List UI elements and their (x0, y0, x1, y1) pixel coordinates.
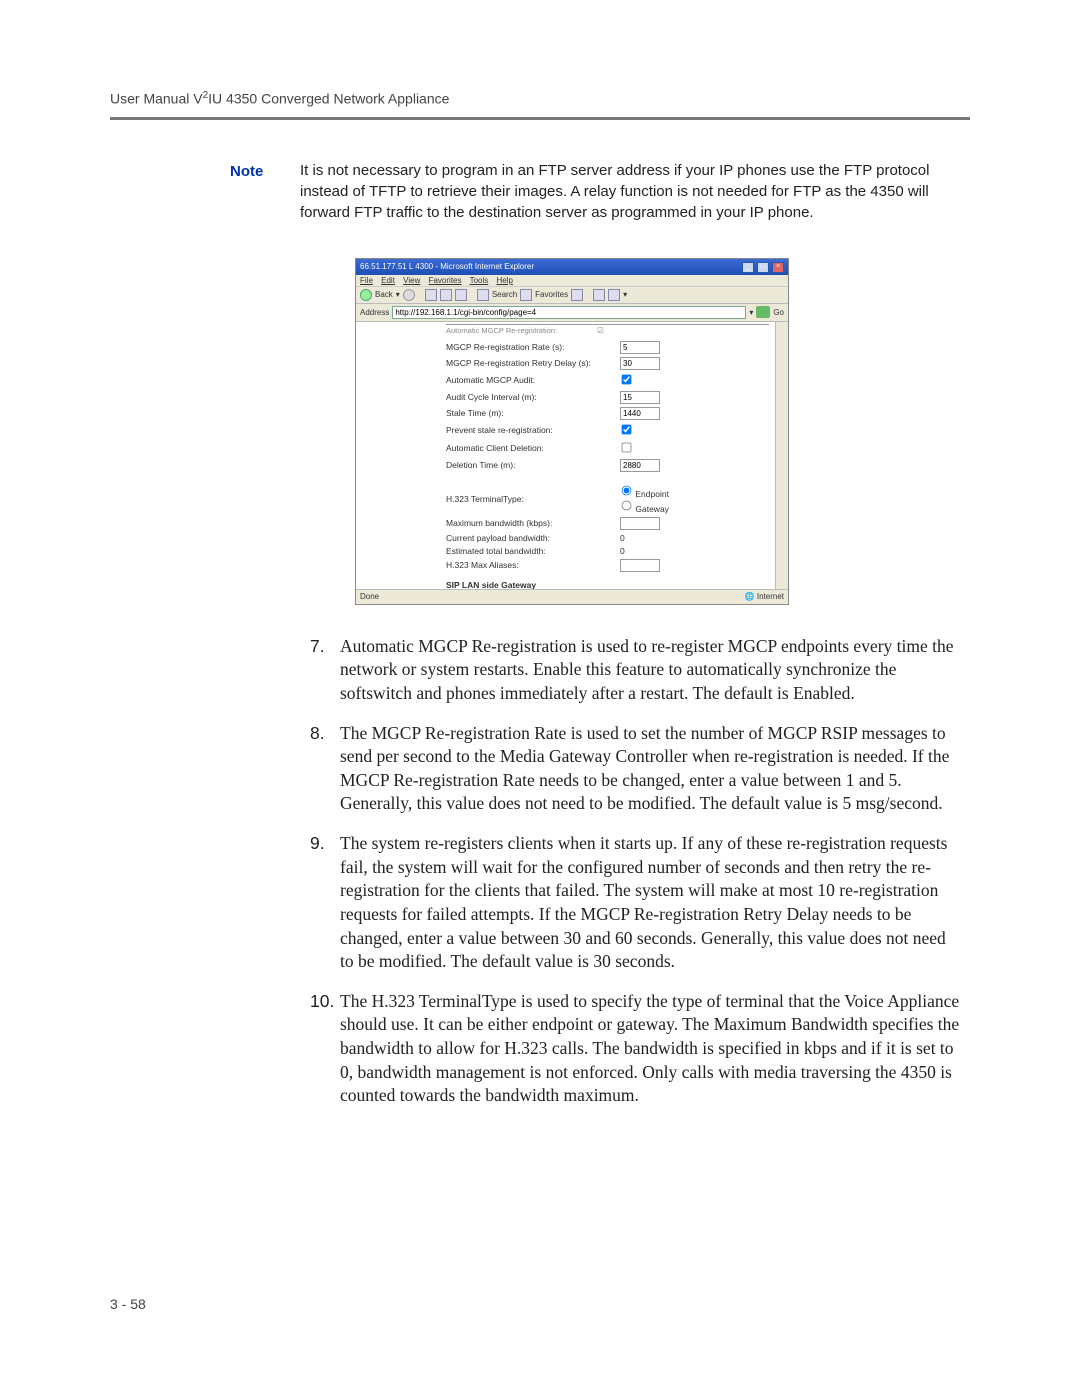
stale-input[interactable] (620, 407, 660, 420)
autodel-label: Automatic Client Deletion: (446, 443, 620, 453)
terminal-gateway-label: Gateway (635, 504, 669, 514)
rate-input[interactable] (620, 341, 660, 354)
ie-left-nav (356, 322, 446, 597)
truncated-row: Automatic MGCP Re-registration: ☑ (446, 324, 769, 338)
mail-icon[interactable] (593, 289, 605, 301)
item-number: 9. (310, 832, 340, 974)
menu-view[interactable]: View (403, 276, 420, 285)
go-label[interactable]: Go (773, 308, 784, 317)
stale-label: Stale Time (m): (446, 408, 620, 418)
item-text: The system re-registers clients when it … (340, 832, 960, 974)
print-icon[interactable] (608, 289, 620, 301)
terminal-gateway-radio[interactable] (622, 500, 632, 510)
cycle-input[interactable] (620, 391, 660, 404)
ie-status-bar: Done 🌐 Internet (356, 589, 788, 604)
forward-icon[interactable] (403, 289, 415, 301)
home-icon[interactable] (455, 289, 467, 301)
cycle-label: Audit Cycle Interval (m): (446, 392, 620, 402)
estbw-label: Estimated total bandwidth: (446, 546, 620, 556)
refresh-icon[interactable] (440, 289, 452, 301)
curbw-value: 0 (620, 533, 625, 543)
item-number: 8. (310, 722, 340, 817)
page-footer: 3 - 58 (110, 1296, 146, 1312)
favorites-label[interactable]: Favorites (535, 290, 568, 299)
ie-address-bar: Address ▾ Go (356, 304, 788, 322)
audit-label: Automatic MGCP Audit: (446, 375, 620, 385)
scrollbar[interactable] (775, 322, 788, 597)
estbw-value: 0 (620, 546, 625, 556)
rate-label: MGCP Re-registration Rate (s): (446, 342, 620, 352)
maxalias-input[interactable] (620, 559, 660, 572)
menu-tools[interactable]: Tools (470, 276, 489, 285)
item-text: The MGCP Re-registration Rate is used to… (340, 722, 960, 817)
header-suffix: IU 4350 Converged Network Appliance (208, 91, 449, 107)
status-right: Internet (757, 592, 784, 601)
header-prefix: User Manual V (110, 91, 203, 107)
back-label[interactable]: Back (375, 290, 393, 299)
prevent-label: Prevent stale re-registration: (446, 425, 620, 435)
item-number: 7. (310, 635, 340, 706)
note-block: Note It is not necessary to program in a… (230, 160, 970, 223)
maximize-icon[interactable]: □ (757, 262, 769, 273)
menu-edit[interactable]: Edit (381, 276, 395, 285)
media-icon[interactable] (571, 289, 583, 301)
list-item: 10.The H.323 TerminalType is used to spe… (310, 990, 960, 1108)
window-buttons: _ □ × (741, 261, 784, 273)
retry-label: MGCP Re-registration Retry Delay (s): (446, 358, 620, 368)
search-label[interactable]: Search (492, 290, 517, 299)
favorites-icon[interactable] (520, 289, 532, 301)
curbw-label: Current payload bandwidth: (446, 533, 620, 543)
deltime-label: Deletion Time (m): (446, 460, 620, 470)
list-item: 9.The system re-registers clients when i… (310, 832, 960, 974)
running-header: User Manual V2IU 4350 Converged Network … (110, 90, 970, 117)
maxbw-input[interactable] (620, 517, 660, 530)
menu-file[interactable]: File (360, 276, 373, 285)
maxbw-label: Maximum bandwidth (kbps): (446, 518, 620, 528)
deltime-input[interactable] (620, 459, 660, 472)
back-icon[interactable] (360, 289, 372, 301)
list-item: 7.Automatic MGCP Re-registration is used… (310, 635, 960, 706)
retry-input[interactable] (620, 357, 660, 370)
ie-titlebar: 66.51.177.51 L 4300 - Microsoft Internet… (356, 259, 788, 275)
note-text: It is not necessary to program in an FTP… (300, 160, 970, 223)
ie-content: Automatic MGCP Re-registration: ☑ MGCP R… (446, 322, 775, 597)
menu-help[interactable]: Help (497, 276, 513, 285)
autodel-checkbox[interactable] (622, 442, 632, 452)
terminal-label: H.323 TerminalType: (446, 494, 620, 504)
screenshot-figure: 66.51.177.51 L 4300 - Microsoft Internet… (355, 258, 970, 605)
minimize-icon[interactable]: _ (742, 262, 754, 273)
item-text: The H.323 TerminalType is used to specif… (340, 990, 960, 1108)
prevent-checkbox[interactable] (622, 424, 632, 434)
item-number: 10. (310, 990, 340, 1108)
menu-favorites[interactable]: Favorites (429, 276, 462, 285)
terminal-endpoint-label: Endpoint (635, 489, 669, 499)
numbered-list: 7.Automatic MGCP Re-registration is used… (310, 635, 960, 1108)
close-icon[interactable]: × (772, 262, 784, 273)
address-input[interactable] (392, 306, 746, 319)
go-button[interactable] (756, 306, 770, 318)
maxalias-label: H.323 Max Aliases: (446, 560, 620, 570)
ie-window: 66.51.177.51 L 4300 - Microsoft Internet… (355, 258, 789, 605)
item-text: Automatic MGCP Re-registration is used t… (340, 635, 960, 706)
address-label: Address (360, 308, 389, 317)
list-item: 8.The MGCP Re-registration Rate is used … (310, 722, 960, 817)
ie-toolbar: Back ▾ Search Favorites ▾ (356, 287, 788, 304)
ie-menu-bar: File Edit View Favorites Tools Help (356, 275, 788, 287)
audit-checkbox[interactable] (622, 374, 632, 384)
truncated-label: Automatic MGCP Re-registration: (446, 326, 557, 335)
stop-icon[interactable] (425, 289, 437, 301)
terminal-endpoint-radio[interactable] (622, 485, 632, 495)
search-icon[interactable] (477, 289, 489, 301)
status-left: Done (360, 592, 379, 601)
ie-window-title: 66.51.177.51 L 4300 - Microsoft Internet… (360, 262, 534, 271)
note-label: Note (230, 160, 300, 223)
truncated-check: ☑ (597, 326, 604, 335)
header-rule (110, 117, 970, 120)
